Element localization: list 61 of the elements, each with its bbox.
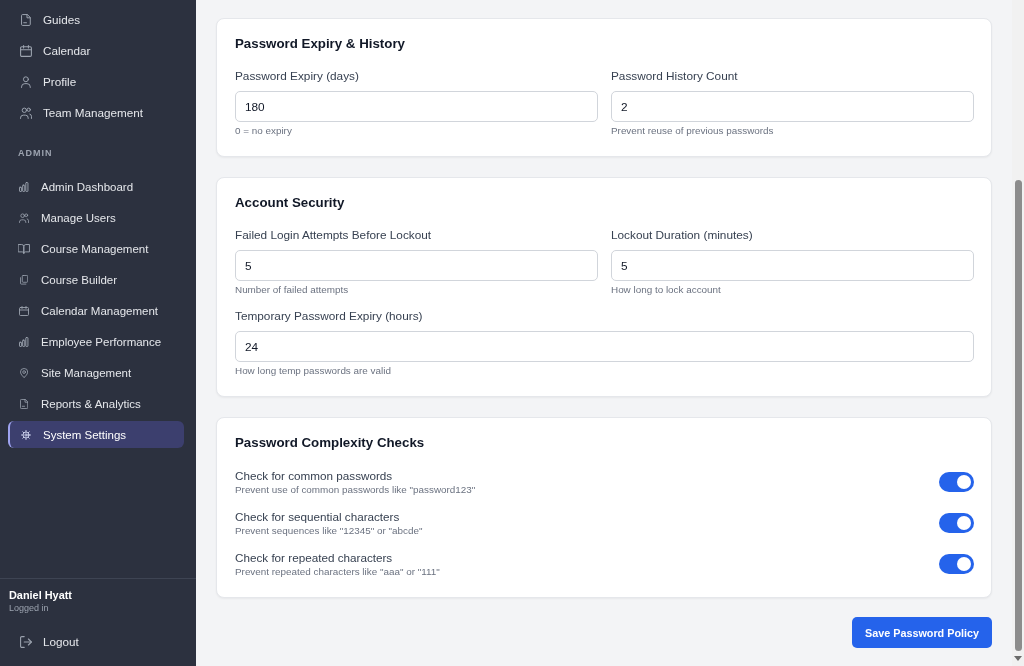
sidebar-item[interactable]: Calendar — [8, 37, 184, 64]
people-icon — [19, 212, 29, 223]
input-field[interactable]: 5 — [611, 250, 974, 281]
document-icon — [21, 13, 31, 26]
input-field[interactable]: 180 — [235, 91, 598, 122]
user-status: Logged in — [9, 602, 49, 614]
sidebar-item[interactable]: Site Management — [8, 359, 184, 386]
field-hint: Prevent reuse of previous passwords — [611, 124, 774, 137]
toggle-switch[interactable] — [939, 472, 974, 492]
people-icon — [20, 106, 32, 119]
sidebar-item[interactable]: Employee Performance — [8, 328, 184, 355]
field-label: Password History Count — [611, 69, 738, 84]
sidebar-item[interactable]: Course Builder — [8, 266, 184, 293]
book-icon — [18, 243, 30, 254]
sidebar-item[interactable]: Profile — [8, 68, 184, 95]
sidebar-item[interactable]: Admin Dashboard — [8, 173, 184, 200]
logout-icon — [20, 635, 32, 648]
toggle-description: Prevent sequences like "12345" or "abcde" — [235, 524, 423, 537]
toggle-label: Check for sequential characters — [235, 509, 400, 524]
card-title: Account Security — [235, 194, 345, 212]
scrollbar-thumb[interactable] — [1014, 180, 1022, 651]
sidebar-item[interactable]: System Settings — [8, 421, 184, 448]
person-icon — [21, 75, 31, 88]
input-field[interactable]: 24 — [235, 331, 974, 362]
field-hint: How long to lock account — [611, 283, 721, 296]
field-label: Failed Login Attempts Before Lockout — [235, 228, 432, 243]
settings-icon — [21, 429, 31, 440]
field-hint: How long temp passwords are valid — [235, 364, 391, 377]
calendar-icon — [20, 44, 32, 57]
field-label: Temporary Password Expiry (hours) — [235, 309, 423, 324]
save-button[interactable]: Save Password Policy — [851, 617, 992, 648]
toggle-switch[interactable] — [939, 513, 974, 533]
field-label: Password Expiry (days) — [235, 69, 359, 84]
logout-button[interactable]: Logout — [8, 628, 184, 655]
card-title: Password Expiry & History — [235, 35, 405, 53]
sidebar-item[interactable]: Calendar Management — [8, 297, 184, 324]
bar-chart-icon — [19, 181, 29, 192]
sidebar-item[interactable]: Reports & Analytics — [8, 390, 184, 417]
documents-icon — [19, 274, 29, 285]
toggle-description: Prevent use of common passwords like "password123" — [235, 483, 476, 496]
toggle-label: Check for repeated characters — [235, 550, 393, 565]
input-field[interactable]: 2 — [611, 91, 974, 122]
field-hint: Number of failed attempts — [235, 283, 349, 296]
sidebar-item[interactable]: Manage Users — [8, 204, 184, 231]
field-hint: 0 = no expiry — [235, 124, 292, 137]
user-name: Daniel Hyatt — [9, 588, 72, 602]
sidebar-item[interactable]: Guides — [8, 6, 184, 33]
sidebar-item[interactable]: Course Management — [8, 235, 184, 262]
toggle-description: Prevent repeated characters like "aaa" or "111" — [235, 565, 440, 578]
map-pin-icon — [19, 367, 29, 378]
calendar-icon — [19, 305, 29, 316]
toggle-label: Check for common passwords — [235, 468, 393, 483]
scroll-down-icon[interactable] — [1014, 656, 1022, 661]
card-title: Password Complexity Checks — [235, 434, 425, 452]
field-label: Lockout Duration (minutes) — [611, 228, 753, 243]
section-heading: ADMIN — [18, 147, 53, 159]
sidebar-item[interactable]: Team Management — [8, 99, 184, 126]
toggle-switch[interactable] — [939, 554, 974, 574]
input-field[interactable]: 5 — [235, 250, 598, 281]
document-icon — [19, 398, 29, 409]
bar-chart-icon — [19, 336, 29, 347]
